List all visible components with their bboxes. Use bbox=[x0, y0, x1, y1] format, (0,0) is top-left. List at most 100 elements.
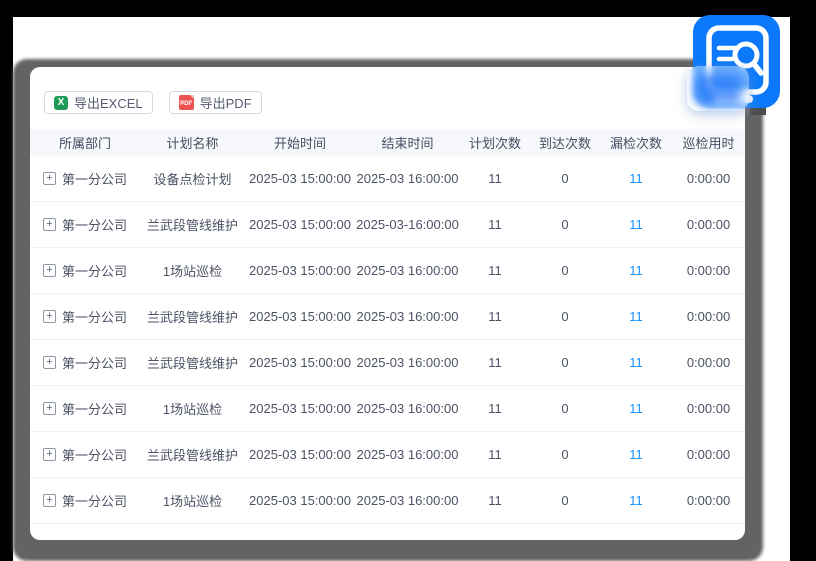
start-time: 2025-03 15:00:00 bbox=[245, 202, 355, 248]
expand-row-icon[interactable]: + bbox=[43, 494, 56, 507]
arrived-count: 0 bbox=[530, 340, 600, 386]
table-row: + 第一分公司 1场站巡检2025-03 15:00:002025-03 16:00… bbox=[30, 478, 745, 524]
inspection-duration: 0:00:00 bbox=[672, 248, 745, 294]
planned-count: 11 bbox=[460, 432, 530, 478]
missed-count[interactable]: 11 bbox=[600, 386, 672, 432]
planned-count: 11 bbox=[460, 294, 530, 340]
expand-row-icon[interactable]: + bbox=[43, 402, 56, 415]
end-time: 2025-03 16:00:00 bbox=[355, 340, 460, 386]
export-excel-label: 导出EXCEL bbox=[74, 93, 143, 112]
column-header: 巡检用时 bbox=[672, 129, 745, 156]
department-name: 第一分公司 bbox=[62, 491, 127, 510]
arrived-count: 0 bbox=[530, 432, 600, 478]
department-cell: + 第一分公司 bbox=[30, 340, 140, 386]
department-name: 第一分公司 bbox=[62, 445, 127, 464]
pdf-file-icon: PDF bbox=[179, 95, 194, 110]
department-name: 第一分公司 bbox=[62, 169, 127, 188]
glass-overlay bbox=[687, 66, 749, 111]
planned-count: 11 bbox=[460, 202, 530, 248]
planned-count: 11 bbox=[460, 478, 530, 524]
missed-count[interactable]: 11 bbox=[600, 156, 672, 202]
plan-name: 兰武段管线维护 bbox=[140, 432, 245, 478]
expand-row-icon[interactable]: + bbox=[43, 264, 56, 277]
department-cell: + 第一分公司 bbox=[30, 432, 140, 478]
expand-row-icon[interactable]: + bbox=[43, 172, 56, 185]
expand-row-icon[interactable]: + bbox=[43, 310, 56, 323]
column-header: 到达次数 bbox=[530, 129, 600, 156]
column-header: 漏检次数 bbox=[600, 129, 672, 156]
corner-chip bbox=[750, 107, 766, 115]
export-pdf-button[interactable]: PDF 导出PDF bbox=[169, 91, 262, 114]
department-name: 第一分公司 bbox=[62, 399, 127, 418]
start-time: 2025-03 15:00:00 bbox=[245, 340, 355, 386]
inspection-duration: 0:00:00 bbox=[672, 340, 745, 386]
arrived-count: 0 bbox=[530, 202, 600, 248]
end-time: 2025-03 16:00:00 bbox=[355, 294, 460, 340]
plan-name: 设备点检计划 bbox=[140, 156, 245, 202]
arrived-count: 0 bbox=[530, 156, 600, 202]
excel-file-icon: X bbox=[54, 96, 68, 110]
table-row: + 第一分公司兰武段管线维护2025-03 15:00:002025-03-16:… bbox=[30, 202, 745, 248]
department-name: 第一分公司 bbox=[62, 307, 127, 326]
missed-count[interactable]: 11 bbox=[600, 340, 672, 386]
expand-row-icon[interactable]: + bbox=[43, 448, 56, 461]
expand-row-icon[interactable]: + bbox=[43, 218, 56, 231]
end-time: 2025-03 16:00:00 bbox=[355, 248, 460, 294]
table-row: + 第一分公司 1场站巡检2025-03 15:00:002025-03 16:00… bbox=[30, 248, 745, 294]
report-modal: X 导出EXCEL PDF 导出PDF 所属部门计划名称开始时间结束时间计划次数… bbox=[30, 67, 745, 540]
inspection-plan-table: 所属部门计划名称开始时间结束时间计划次数到达次数漏检次数巡检用时 +第一分公司设… bbox=[30, 129, 745, 524]
start-time: 2025-03 15:00:00 bbox=[245, 248, 355, 294]
table-row: +第一分公司兰武段管线维护2025-03 15:00:002025-03 16:… bbox=[30, 432, 745, 478]
planned-count: 11 bbox=[460, 156, 530, 202]
plan-name: 1场站巡检 bbox=[140, 248, 245, 294]
department-cell: + 第一分公司 bbox=[30, 386, 140, 432]
end-time: 2025-03 16:00:00 bbox=[355, 478, 460, 524]
table-row: + 第一分公司兰武段管线维护2025-03 15:00:002025-03 16:… bbox=[30, 294, 745, 340]
missed-count[interactable]: 11 bbox=[600, 432, 672, 478]
arrived-count: 0 bbox=[530, 386, 600, 432]
expand-row-icon[interactable]: + bbox=[43, 356, 56, 369]
column-header: 计划名称 bbox=[140, 129, 245, 156]
department-name: 第一分公司 bbox=[62, 353, 127, 372]
department-name: 第一分公司 bbox=[62, 215, 127, 234]
missed-count[interactable]: 11 bbox=[600, 478, 672, 524]
start-time: 2025-03 15:00:00 bbox=[245, 386, 355, 432]
missed-count[interactable]: 11 bbox=[600, 294, 672, 340]
inspection-duration: 0:00:00 bbox=[672, 478, 745, 524]
missed-count[interactable]: 11 bbox=[600, 202, 672, 248]
export-excel-button[interactable]: X 导出EXCEL bbox=[44, 91, 153, 114]
planned-count: 11 bbox=[460, 340, 530, 386]
plan-name: 1场站巡检 bbox=[140, 478, 245, 524]
end-time: 2025-03 16:00:00 bbox=[355, 156, 460, 202]
start-time: 2025-03 15:00:00 bbox=[245, 294, 355, 340]
export-toolbar: X 导出EXCEL PDF 导出PDF bbox=[44, 91, 262, 114]
planned-count: 11 bbox=[460, 386, 530, 432]
plan-name: 兰武段管线维护 bbox=[140, 202, 245, 248]
plan-name: 兰武段管线维护 bbox=[140, 340, 245, 386]
inspection-duration: 0:00:00 bbox=[672, 432, 745, 478]
table-row: +第一分公司1场站巡检2025-03 15:00:002025-03 16:00… bbox=[30, 386, 745, 432]
arrived-count: 0 bbox=[530, 478, 600, 524]
start-time: 2025-03 15:00:00 bbox=[245, 156, 355, 202]
department-cell: + 第一分公司 bbox=[30, 478, 140, 524]
table-row: + 第一分公司兰武段管线维护2025-03 15:00:002025-03 16:… bbox=[30, 340, 745, 386]
plan-name: 兰武段管线维护 bbox=[140, 294, 245, 340]
table-header: 所属部门计划名称开始时间结束时间计划次数到达次数漏检次数巡检用时 bbox=[30, 129, 745, 156]
missed-count[interactable]: 11 bbox=[600, 248, 672, 294]
planned-count: 11 bbox=[460, 248, 530, 294]
start-time: 2025-03 15:00:00 bbox=[245, 478, 355, 524]
inspection-duration: 0:00:00 bbox=[672, 386, 745, 432]
table-row: + 第一分公司设备点检计划2025-03 15:00:002025-03 16:0… bbox=[30, 156, 745, 202]
inspection-duration: 0:00:00 bbox=[672, 156, 745, 202]
inspection-duration: 0:00:00 bbox=[672, 202, 745, 248]
end-time: 2025-03-16:00:00 bbox=[355, 202, 460, 248]
end-time: 2025-03 16:00:00 bbox=[355, 386, 460, 432]
start-time: 2025-03 15:00:00 bbox=[245, 432, 355, 478]
arrived-count: 0 bbox=[530, 294, 600, 340]
column-header: 所属部门 bbox=[30, 129, 140, 156]
department-name: 第一分公司 bbox=[62, 261, 127, 280]
inspection-duration: 0:00:00 bbox=[672, 294, 745, 340]
department-cell: + 第一分公司 bbox=[30, 156, 140, 202]
arrived-count: 0 bbox=[530, 248, 600, 294]
glass-overlay-core bbox=[695, 74, 742, 104]
